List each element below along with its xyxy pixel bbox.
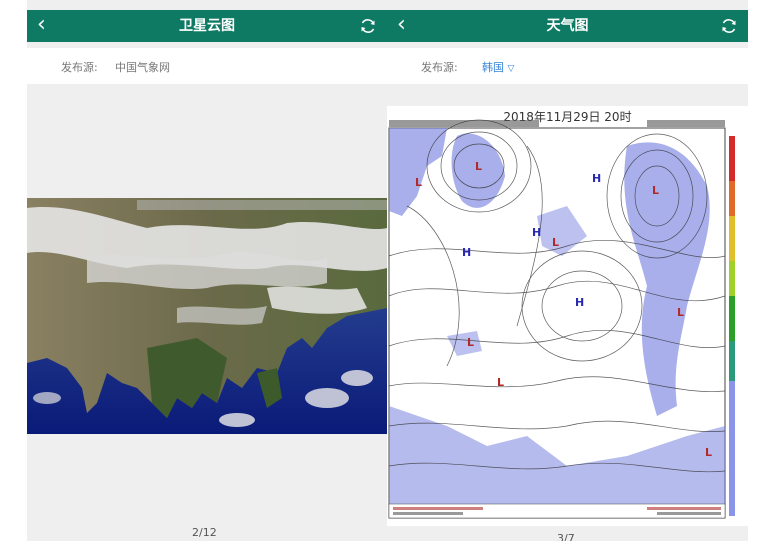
svg-text:L: L bbox=[705, 446, 712, 459]
triangle-down-icon: ▽ bbox=[507, 64, 515, 74]
satellite-header: ‹ 卫星云图 bbox=[27, 10, 387, 42]
page-title: 天气图 bbox=[546, 18, 589, 34]
weather-chart-panel: ‹ 天气图 发布源: 韩国 ▽ 2018年11月29日 20时 L H H H … bbox=[387, 0, 748, 541]
svg-text:L: L bbox=[467, 336, 474, 349]
refresh-icon[interactable] bbox=[720, 17, 738, 35]
svg-text:H: H bbox=[575, 296, 584, 309]
weather-header: ‹ 天气图 bbox=[387, 10, 748, 42]
weather-chart-image[interactable]: 2018年11月29日 20时 L H H H H L L L L L L L bbox=[387, 106, 748, 526]
svg-text:L: L bbox=[475, 160, 482, 173]
svg-text:H: H bbox=[462, 246, 471, 259]
source-bar: 发布源: 韩国 ▽ bbox=[387, 48, 748, 84]
svg-text:L: L bbox=[552, 236, 559, 249]
source-dropdown[interactable]: 韩国 ▽ bbox=[482, 59, 514, 75]
satellite-image[interactable] bbox=[27, 198, 387, 434]
page-indicator: 3/7 bbox=[557, 532, 575, 541]
svg-text:L: L bbox=[415, 176, 422, 189]
page-indicator: 2/12 bbox=[192, 526, 217, 539]
source-bar: 发布源: 中国气象网 bbox=[27, 48, 387, 84]
source-value: 中国气象网 bbox=[115, 61, 170, 74]
source-label: 发布源: bbox=[61, 61, 98, 74]
svg-text:L: L bbox=[652, 184, 659, 197]
page-title: 卫星云图 bbox=[179, 18, 235, 34]
svg-text:L: L bbox=[677, 306, 684, 319]
source-label: 发布源: bbox=[421, 61, 458, 74]
refresh-icon[interactable] bbox=[359, 17, 377, 35]
source-value: 韩国 bbox=[482, 61, 504, 74]
satellite-panel: ‹ 卫星云图 发布源: 中国气象网 2/12 bbox=[27, 0, 387, 541]
svg-text:H: H bbox=[592, 172, 601, 185]
svg-text:L: L bbox=[497, 376, 504, 389]
svg-text:H: H bbox=[532, 226, 541, 239]
